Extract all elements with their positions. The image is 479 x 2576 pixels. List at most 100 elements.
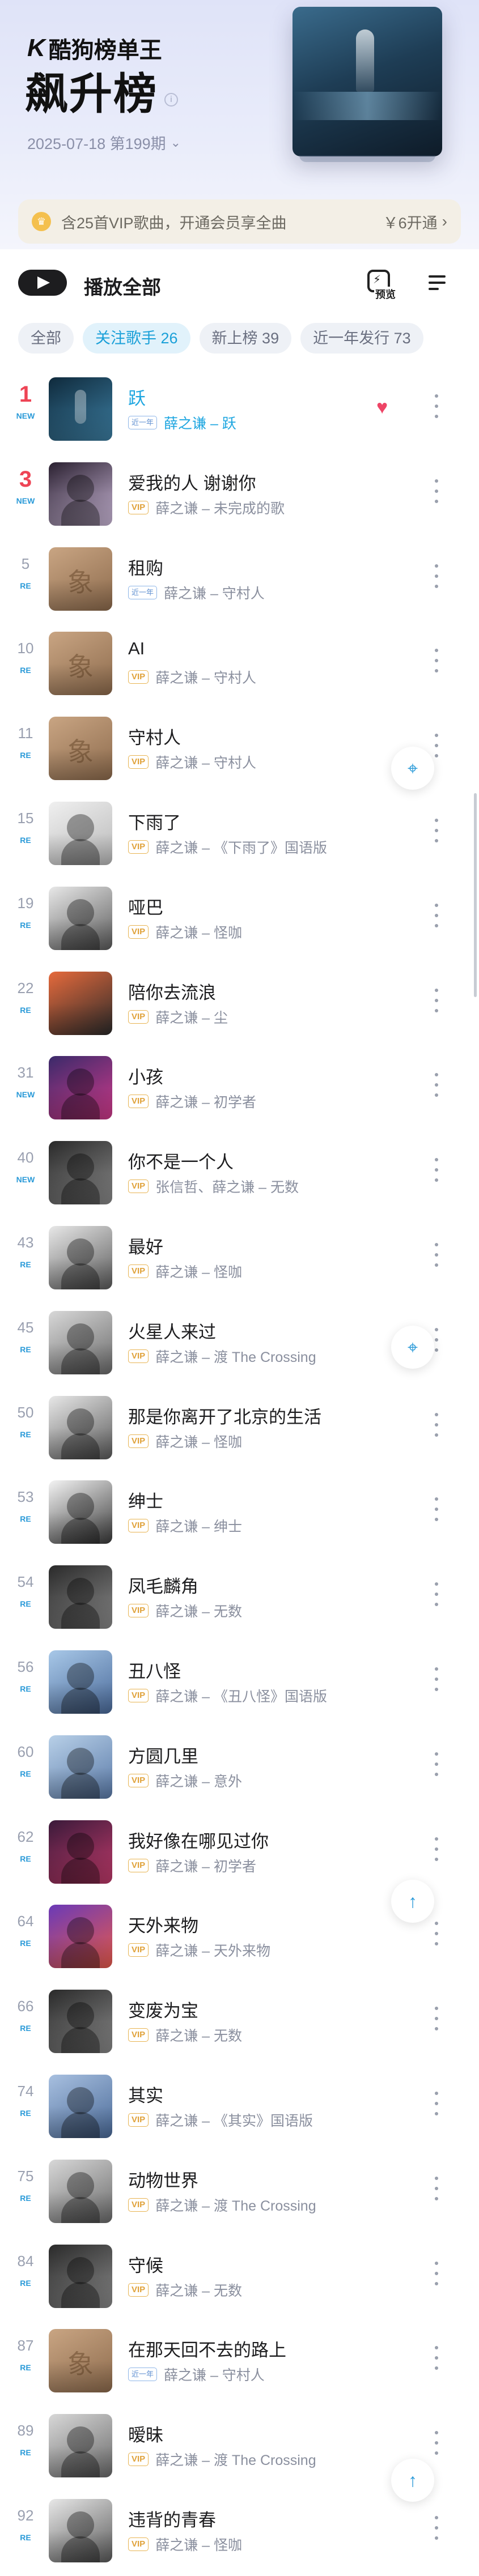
album-thumbnail[interactable] xyxy=(49,1905,112,1969)
more-icon[interactable] xyxy=(433,2261,440,2287)
album-thumbnail[interactable] xyxy=(49,1226,112,1289)
period-selector[interactable]: 2025-07-18 第199期 ⌄ xyxy=(27,131,181,154)
album-thumbnail[interactable] xyxy=(49,1395,112,1459)
song-row[interactable]: 92 RE 违背的青春 VIP 薛之谦 – 怪咖 xyxy=(0,2491,479,2576)
album-thumbnail[interactable] xyxy=(49,2075,112,2138)
song-row[interactable]: 56 RE 丑八怪 VIP 薛之谦 – 《丑八怪》国语版 xyxy=(0,1642,479,1727)
album-thumbnail[interactable] xyxy=(49,1141,112,1205)
arrow-up-icon[interactable]: ↑ xyxy=(391,1880,434,1923)
album-thumbnail[interactable] xyxy=(49,971,112,1035)
album-thumbnail[interactable] xyxy=(49,2244,112,2308)
more-icon[interactable] xyxy=(433,1497,440,1522)
song-row[interactable]: 5 RE 象租购近一年薛之谦 – 守村人 xyxy=(0,539,479,624)
album-thumbnail[interactable]: 象 xyxy=(49,717,112,781)
song-row[interactable]: 87 RE 象在那天回不去的路上近一年薛之谦 – 守村人 xyxy=(0,2321,479,2406)
song-title[interactable]: 你不是一个人 xyxy=(128,1148,234,1173)
song-title[interactable]: 小孩 xyxy=(128,1063,163,1088)
song-row[interactable]: 22 RE 陪你去流浪 VIP 薛之谦 – 尘 xyxy=(0,964,479,1049)
album-thumbnail[interactable]: 象 xyxy=(49,547,112,611)
album-thumbnail[interactable] xyxy=(49,1735,112,1799)
song-title[interactable]: 陪你去流浪 xyxy=(128,978,216,1004)
more-icon[interactable] xyxy=(433,1582,440,1607)
album-thumbnail[interactable]: 象 xyxy=(49,2329,112,2393)
song-row[interactable]: 1 NEW 跃近一年 薛之谦 – 跃 ♥ xyxy=(0,369,479,454)
more-icon[interactable] xyxy=(433,2346,440,2371)
song-title[interactable]: 方圆几里 xyxy=(128,1742,198,1768)
filter-chip[interactable]: 全部 xyxy=(18,323,74,354)
song-title[interactable]: 我好像在哪见过你 xyxy=(128,1827,269,1853)
song-title[interactable]: 跃 xyxy=(128,384,146,410)
more-icon[interactable] xyxy=(433,1412,440,1438)
album-thumbnail[interactable] xyxy=(49,1990,112,2054)
more-icon[interactable] xyxy=(433,1243,440,1268)
album-thumbnail[interactable] xyxy=(49,802,112,865)
more-icon[interactable] xyxy=(433,1752,440,1777)
play-all-label[interactable]: 播放全部 xyxy=(84,272,161,300)
album-thumbnail[interactable] xyxy=(49,886,112,950)
more-icon[interactable] xyxy=(433,2431,440,2456)
album-thumbnail[interactable]: 象 xyxy=(49,632,112,696)
song-row[interactable]: 66 RE 变废为宝 VIP 薛之谦 – 无数 xyxy=(0,1982,479,2067)
more-icon[interactable] xyxy=(433,394,440,419)
album-thumbnail[interactable] xyxy=(49,2499,112,2562)
song-row[interactable]: 75 RE 动物世界 VIP 薛之谦 – 渡 The Crossing xyxy=(0,2152,479,2237)
album-thumbnail[interactable] xyxy=(49,1565,112,1629)
song-title[interactable]: 丑八怪 xyxy=(128,1657,181,1683)
more-icon[interactable] xyxy=(433,819,440,844)
album-thumbnail[interactable] xyxy=(49,2414,112,2478)
song-title[interactable]: 租购 xyxy=(128,554,163,580)
filter-chip[interactable]: 近一年发行 73 xyxy=(300,323,423,354)
heart-icon[interactable]: ♥ xyxy=(376,398,396,417)
song-title[interactable]: 最好 xyxy=(128,1233,163,1258)
info-icon[interactable]: i xyxy=(164,93,178,107)
album-thumbnail[interactable] xyxy=(49,2159,112,2223)
song-title[interactable]: 那是你离开了北京的生活 xyxy=(128,1403,321,1428)
song-row[interactable]: 40 NEW 你不是一个人 VIP 张信哲、薛之谦 – 无数 xyxy=(0,1133,479,1218)
album-thumbnail[interactable] xyxy=(49,377,112,441)
song-title[interactable]: 违背的青春 xyxy=(128,2506,216,2531)
song-row[interactable]: 74 RE 其实 VIP 薛之谦 – 《其实》国语版 xyxy=(0,2067,479,2152)
more-icon[interactable] xyxy=(433,734,440,759)
album-thumbnail[interactable] xyxy=(49,1310,112,1374)
song-row[interactable]: 31 NEW 小孩 VIP 薛之谦 – 初学者 xyxy=(0,1048,479,1133)
more-icon[interactable] xyxy=(433,564,440,589)
song-row[interactable]: 54 RE 凤毛麟角 VIP 薛之谦 – 无数 xyxy=(0,1557,479,1642)
song-row[interactable]: 60 RE 方圆几里 VIP 薛之谦 – 意外 xyxy=(0,1727,479,1812)
song-row[interactable]: 3 NEW 爱我的人 谢谢你 VIP 薛之谦 – 未完成的歌 xyxy=(0,454,479,539)
song-title[interactable]: AI xyxy=(128,638,145,659)
more-icon[interactable] xyxy=(433,1837,440,1862)
more-icon[interactable] xyxy=(433,903,440,929)
more-icon[interactable] xyxy=(433,2007,440,2032)
filter-chip[interactable]: 关注歌手 26 xyxy=(83,323,190,354)
song-row[interactable]: 10 RE 象 AI VIP 薛之谦 – 守村人 xyxy=(0,624,479,709)
play-all-button[interactable] xyxy=(18,270,67,296)
crosshair-icon[interactable]: ⌖ xyxy=(391,1326,434,1369)
crosshair-icon[interactable]: ⌖ xyxy=(391,747,434,790)
arrow-up-icon[interactable]: ↑ xyxy=(391,2459,434,2502)
more-icon[interactable] xyxy=(433,1158,440,1183)
more-icon[interactable] xyxy=(433,2516,440,2541)
more-icon[interactable] xyxy=(433,988,440,1014)
song-title[interactable]: 天外来物 xyxy=(128,1911,198,1937)
vip-banner[interactable]: ♛ 含25首VIP歌曲，开通会员享全曲 ￥6开通 › xyxy=(18,199,461,244)
song-title[interactable]: 下雨了 xyxy=(128,808,181,834)
more-icon[interactable] xyxy=(433,1073,440,1098)
song-row[interactable]: 50 RE 那是你离开了北京的生活 VIP 薛之谦 – 怪咖 xyxy=(0,1388,479,1473)
song-title[interactable]: 守村人 xyxy=(128,723,181,749)
scrollbar[interactable] xyxy=(474,793,477,997)
song-title[interactable]: 暧昧 xyxy=(128,2421,163,2446)
more-icon[interactable] xyxy=(433,1922,440,1947)
album-thumbnail[interactable] xyxy=(49,1820,112,1884)
more-icon[interactable] xyxy=(433,2176,440,2202)
more-icon[interactable] xyxy=(433,479,440,504)
multi-select-icon[interactable] xyxy=(426,272,449,295)
song-title[interactable]: 在那天回不去的路上 xyxy=(128,2336,286,2361)
song-row[interactable]: 19 RE 哑巴 VIP 薛之谦 – 怪咖 xyxy=(0,879,479,964)
song-title[interactable]: 变废为宝 xyxy=(128,1996,198,2022)
song-title[interactable]: 动物世界 xyxy=(128,2166,198,2192)
song-title[interactable]: 凤毛麟角 xyxy=(128,1572,198,1598)
more-icon[interactable] xyxy=(433,649,440,674)
song-title[interactable]: 哑巴 xyxy=(128,893,163,919)
song-title[interactable]: 火星人来过 xyxy=(128,1318,216,1343)
album-thumbnail[interactable] xyxy=(49,1650,112,1714)
